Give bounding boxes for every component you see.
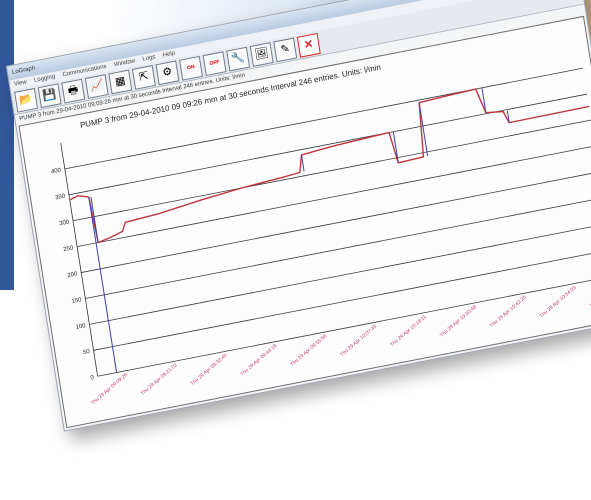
off-icon[interactable]: OFF: [202, 50, 227, 76]
pen-icon[interactable]: ✎: [273, 37, 298, 62]
gridline: [81, 171, 591, 273]
x-tick-label: Thu 29 Apr 10:54:03: [539, 285, 578, 320]
x-tick-label: Thu 29 Apr 10:07:33: [339, 324, 378, 359]
y-tick-label: 0: [90, 375, 95, 382]
window-title: LoGraph: [11, 65, 36, 76]
open-folder-icon[interactable]: 📂: [14, 87, 38, 113]
gridline: [68, 93, 588, 196]
y-tick-label: 150: [71, 297, 82, 305]
x-tick-label: Thu 29 Apr 09:55:56: [289, 333, 328, 368]
step-line: [300, 154, 305, 172]
chart-icon[interactable]: 📈: [84, 73, 109, 99]
x-tick-label: Thu 29 Apr 09:09:26: [90, 372, 129, 407]
y-tick-label: 400: [51, 168, 62, 176]
y-tick-label: 350: [55, 193, 66, 201]
gridline: [77, 145, 591, 248]
x-tick-label: Thu 29 Apr 10:19:11: [389, 314, 428, 348]
y-tick-label: 50: [83, 349, 91, 356]
menu-view[interactable]: View: [14, 79, 28, 87]
x-tick-label: Thu 29 Apr 09:44:18: [240, 343, 279, 378]
export-icon[interactable]: ⇱: [131, 64, 156, 90]
y-tick-label: 300: [59, 219, 70, 227]
settings-icon[interactable]: ⚙: [155, 59, 180, 85]
y-tick-label: 200: [67, 271, 78, 279]
y-tick-label: 250: [63, 245, 74, 253]
wrench-icon[interactable]: 🔧: [226, 46, 251, 71]
gridline: [72, 119, 591, 222]
print-icon[interactable]: 🖶: [61, 78, 86, 104]
close-icon[interactable]: ✕: [296, 32, 321, 58]
background-left-bar: [0, 0, 14, 290]
y-axis: [60, 142, 99, 377]
image-icon[interactable]: 🖼: [249, 41, 274, 67]
x-tick-label: Thu 29 Apr 09:32:40: [190, 353, 229, 388]
y-tick-label: 100: [75, 323, 86, 331]
gridline: [97, 275, 591, 377]
table-icon[interactable]: ▦: [108, 69, 133, 94]
app-window: LoGraph – □ ✕ View Logging Communication…: [6, 0, 591, 432]
menu-logs[interactable]: Logs: [142, 54, 156, 62]
save-icon[interactable]: 💾: [37, 82, 62, 108]
x-tick-label: Thu 29 Apr 09:21:03: [140, 362, 179, 397]
on-icon[interactable]: ON: [178, 55, 203, 81]
x-tick-label: Thu 29 Apr 10:30:48: [439, 304, 478, 339]
menu-help[interactable]: Help: [162, 51, 175, 59]
x-tick-label: Thu 29 Apr 10:42:26: [489, 294, 528, 329]
